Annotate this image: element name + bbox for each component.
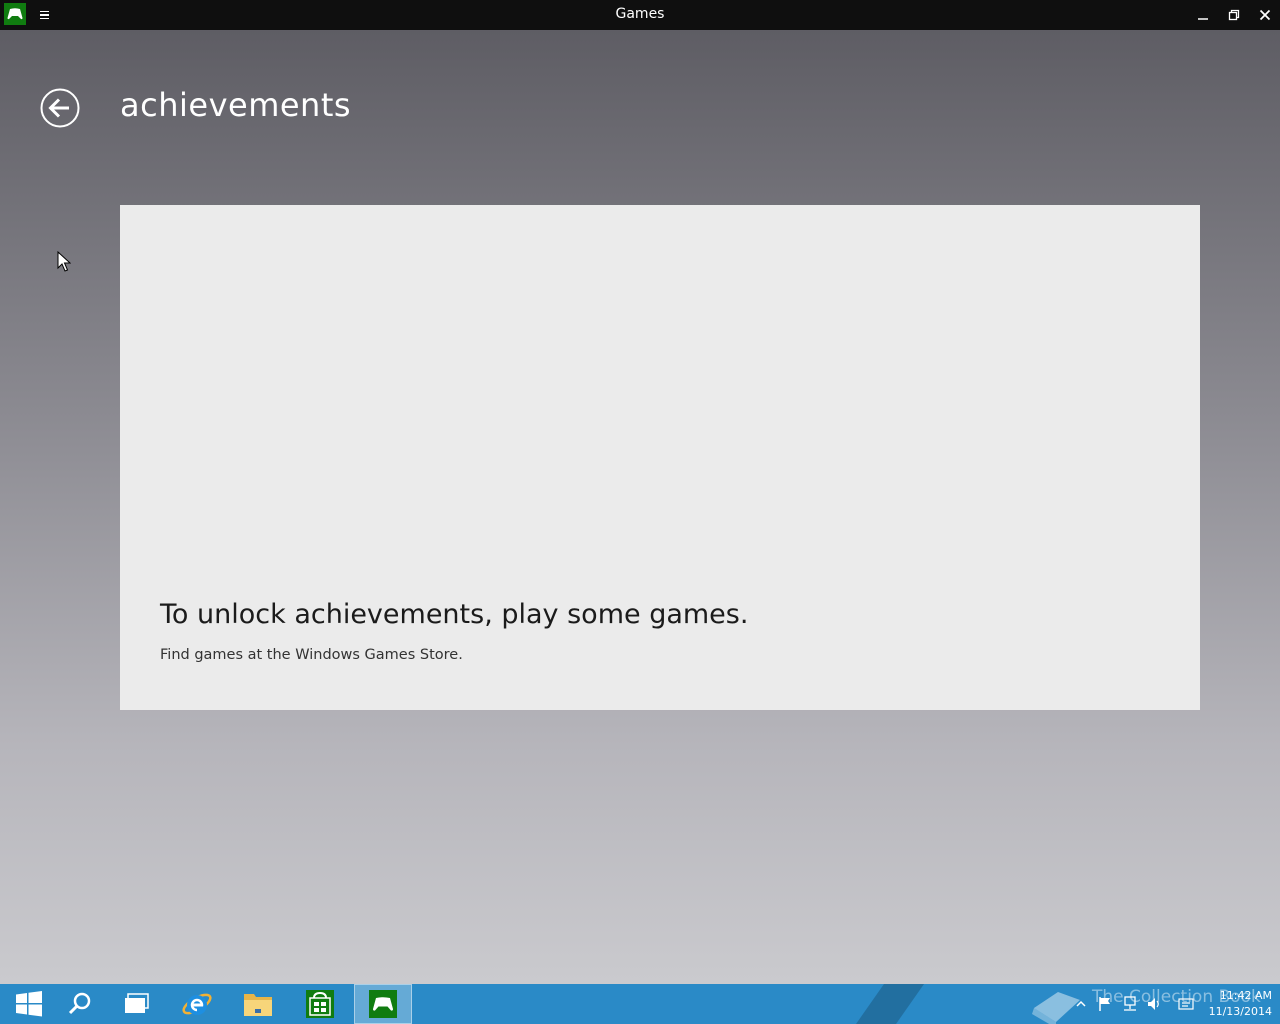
hamburger-menu-icon[interactable] (36, 6, 54, 24)
file-explorer-icon (244, 994, 272, 1016)
taskbar: The Collection Book 11:42 AM 11/13/2014 (0, 984, 1280, 1024)
games-icon (369, 990, 397, 1018)
clock-date: 11/13/2014 (1208, 1005, 1272, 1018)
task-view-icon (125, 993, 149, 1013)
empty-state-heading: To unlock achievements, play some games. (160, 599, 749, 630)
action-center-flag-icon[interactable] (1096, 994, 1114, 1014)
volume-icon[interactable] (1145, 994, 1163, 1014)
input-indicator-icon[interactable] (1177, 994, 1195, 1014)
page-title: achievements (120, 86, 352, 124)
file-explorer-button[interactable] (229, 984, 287, 1024)
games-app-icon (4, 3, 26, 25)
minimize-button[interactable] (1187, 0, 1218, 30)
mouse-cursor-icon (57, 251, 71, 272)
taskbar-clock[interactable]: 11:42 AM 11/13/2014 (1198, 988, 1272, 1020)
internet-explorer-icon (182, 993, 212, 1015)
start-button[interactable] (0, 984, 58, 1024)
app-content: achievements To unlock achievements, pla… (0, 30, 1280, 984)
search-icon (68, 992, 91, 1015)
internet-explorer-button[interactable] (168, 984, 226, 1024)
store-icon (306, 990, 334, 1018)
title-bar: Games (0, 0, 1280, 30)
network-icon[interactable] (1121, 994, 1139, 1014)
task-view-button[interactable] (108, 984, 166, 1024)
games-taskbar-button[interactable] (354, 984, 412, 1024)
achievements-empty-panel: To unlock achievements, play some games.… (120, 205, 1200, 710)
empty-state-subtext: Find games at the Windows Games Store. (160, 647, 463, 663)
window-title: Games (615, 6, 665, 22)
back-arrow-icon (40, 88, 80, 128)
back-button[interactable] (40, 88, 80, 128)
restore-button[interactable] (1218, 0, 1249, 30)
search-button[interactable] (51, 984, 109, 1024)
start-icon (16, 991, 42, 1017)
taskbar-decoration (855, 984, 925, 1024)
close-button[interactable] (1249, 0, 1280, 30)
show-hidden-icons-icon[interactable] (1072, 994, 1090, 1014)
clock-time: 11:42 AM (1219, 989, 1272, 1002)
store-button[interactable] (291, 984, 349, 1024)
